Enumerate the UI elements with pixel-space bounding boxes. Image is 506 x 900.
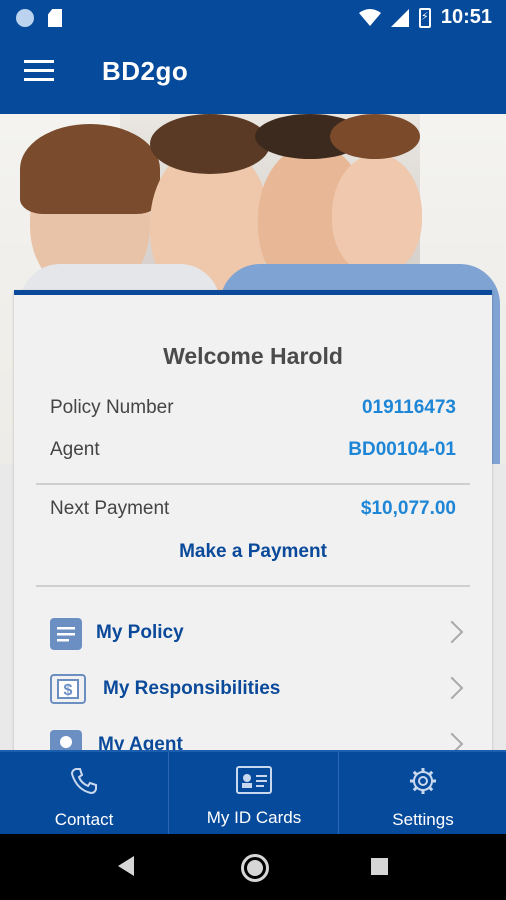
my-responsibilities-item[interactable]: $ My Responsibilities [14, 664, 492, 716]
tab-settings[interactable]: Settings [338, 752, 506, 836]
policy-number-label: Policy Number [50, 397, 174, 418]
tab-settings-label: Settings [392, 810, 454, 829]
chevron-right-icon [440, 676, 464, 700]
tab-my-id-cards-label: My ID Cards [206, 808, 302, 827]
tab-my-id-cards[interactable]: My ID Cards [168, 752, 339, 836]
wifi-icon [358, 8, 381, 26]
tab-contact[interactable]: Contact [0, 752, 168, 836]
document-icon [50, 618, 82, 650]
welcome-heading: Welcome Harold [163, 343, 343, 369]
app-title: BD2go [102, 56, 189, 86]
next-payment-value: $10,077.00 [360, 498, 456, 519]
welcome-card: Welcome Harold Policy Number 019116473 A… [14, 290, 492, 755]
divider [36, 585, 470, 587]
my-policy-label: My Policy [96, 622, 184, 643]
phone-icon [70, 768, 97, 795]
agent-label: Agent [50, 439, 100, 460]
recent-apps-icon[interactable] [371, 858, 388, 875]
policy-number-value: 019116473 [361, 397, 456, 418]
dollar-icon: $ [50, 674, 86, 704]
sd-card-icon [48, 9, 62, 27]
status-bar: 10:51 [0, 0, 506, 36]
gear-icon [410, 768, 436, 794]
back-icon[interactable] [118, 856, 134, 876]
next-payment-label: Next Payment [50, 498, 170, 519]
home-icon[interactable] [241, 854, 269, 882]
bottom-navigation: Contact My ID Cards Settings [0, 750, 506, 836]
signal-icon [390, 8, 409, 27]
clock: 10:51 [440, 6, 492, 28]
svg-text:$: $ [64, 682, 73, 699]
agent-value: BD00104-01 [348, 439, 456, 460]
hamburger-menu-icon[interactable] [24, 60, 54, 90]
notification-dot-icon [16, 9, 34, 27]
my-policy-item[interactable]: My Policy [14, 608, 492, 660]
app-bar: BD2go [0, 36, 506, 114]
system-navigation-bar [0, 834, 506, 900]
battery-charging-icon [418, 7, 431, 28]
id-card-icon [236, 766, 272, 794]
make-payment-button[interactable]: Make a Payment [14, 541, 492, 563]
tab-contact-label: Contact [54, 810, 114, 829]
my-responsibilities-label: My Responsibilities [103, 678, 281, 699]
chevron-right-icon [440, 620, 464, 644]
divider [36, 483, 470, 485]
